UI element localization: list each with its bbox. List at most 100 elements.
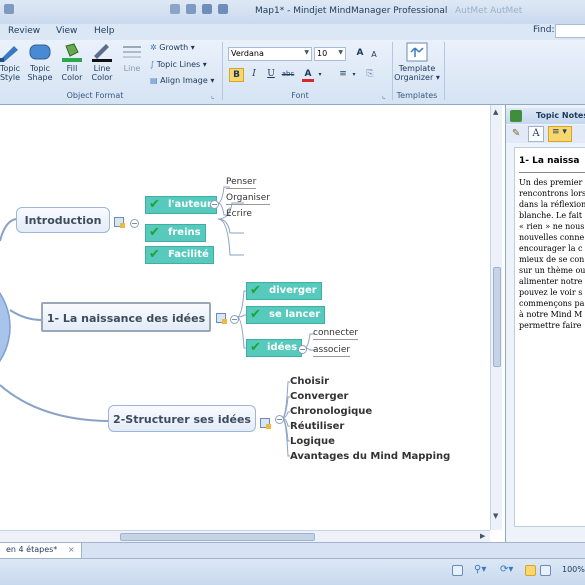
horizontal-scrollbar[interactable]: ▶ [0, 530, 490, 542]
leaf-penser[interactable]: Penser [226, 177, 257, 189]
window-title: Map1* - Mindjet MindManager Professional [255, 6, 448, 16]
title-bar: Map1* - Mindjet MindManager Professional… [0, 0, 585, 24]
scroll-thumb[interactable] [493, 267, 501, 367]
task-diverger[interactable]: ✔ diverger [246, 282, 322, 300]
topic-notes-panel: Topic Notes ✎ A ≡ ▾ 1- La naissa Un des … [505, 105, 585, 542]
template-organizer-button[interactable]: Template Organizer ▾ [394, 42, 440, 82]
topic-shape-label: Topic Shape [27, 64, 53, 82]
find-input[interactable] [555, 24, 585, 38]
topic-style-label: Topic Style [0, 64, 21, 82]
leaf-associer[interactable]: associer [313, 345, 351, 357]
align-image-button[interactable]: ▤ Align Image ▾ [150, 76, 214, 85]
task-se-lancer[interactable]: ✔ se lancer [246, 306, 326, 324]
menu-review[interactable]: Review [8, 26, 40, 36]
collapse-icon[interactable]: − [275, 415, 284, 424]
topic-lines-button[interactable]: ∫ Topic Lines ▾ [150, 60, 207, 69]
close-icon[interactable]: × [68, 545, 75, 554]
growth-label: Growth [159, 43, 189, 52]
chevron-down-icon: ▼ [338, 49, 343, 56]
quick-access-icon[interactable] [170, 4, 180, 14]
view-icon[interactable] [452, 565, 463, 576]
font-color-button[interactable]: A [302, 68, 314, 82]
topic-style-button[interactable]: Topic Style [0, 42, 24, 82]
align-text-icon[interactable]: ≡ [336, 68, 350, 82]
shrink-font-button[interactable]: A [368, 48, 380, 62]
topic-naissance-des-idees[interactable]: 1- La naissance des idées [41, 302, 211, 332]
leaf-logique[interactable]: Logique [290, 436, 335, 447]
note-icon[interactable] [260, 418, 271, 429]
task-label: se lancer [269, 309, 321, 320]
line-color-button[interactable]: Line Color [88, 42, 116, 82]
leaf-choisir[interactable]: Choisir [290, 376, 329, 387]
tab-document[interactable]: en 4 étapes* × [0, 543, 82, 558]
vertical-scrollbar[interactable]: ▲ ▼ [490, 105, 502, 530]
bold-button[interactable]: B [229, 68, 244, 82]
quick-access-icon[interactable] [4, 4, 14, 14]
filter-icon[interactable]: ⚲▾ [474, 564, 486, 575]
notes-document[interactable]: 1- La naissa Un des premier rencontrons … [514, 147, 585, 527]
map-canvas[interactable]: Introduction − ✔ l'auteur − ✔ freins ✔ Faci… [0, 105, 490, 530]
task-label: l'auteur [168, 199, 212, 210]
collapse-icon[interactable]: − [230, 315, 239, 324]
fill-color-button[interactable]: Fill Color [58, 42, 86, 82]
menu-help[interactable]: Help [94, 26, 115, 36]
italic-button[interactable]: I [247, 68, 261, 82]
task-lauteur[interactable]: ✔ l'auteur [145, 196, 217, 214]
chevron-down-icon[interactable]: ▾ [316, 68, 324, 82]
dialog-launcher-icon[interactable]: ⌞ [382, 91, 386, 100]
ribbon: Topic Style Topic Shape Fill Color Line … [0, 40, 585, 105]
underline-button[interactable]: U [264, 68, 278, 82]
leaf-organiser[interactable]: Organiser [226, 193, 270, 205]
line-style-icon [123, 46, 141, 58]
layout-icon[interactable] [525, 565, 536, 576]
templates-group-label: Templates [396, 91, 438, 100]
paragraph-align-icon[interactable]: ≡ ▾ [548, 126, 572, 142]
grow-font-button[interactable]: A [354, 47, 366, 61]
growth-button[interactable]: ✲ Growth ▾ [150, 43, 195, 52]
format-painter-icon[interactable]: ⎘ [363, 68, 377, 82]
scroll-up-icon[interactable]: ▲ [493, 108, 498, 116]
leaf-ecrire[interactable]: Écrire [226, 209, 252, 219]
leaf-converger[interactable]: Converger [290, 391, 348, 402]
leaf-chronologique[interactable]: Chronologique [290, 406, 372, 417]
scroll-down-icon[interactable]: ▼ [493, 512, 498, 520]
font-size-select[interactable]: 10 ▼ [314, 47, 346, 61]
strikethrough-button[interactable]: abc [280, 68, 296, 82]
quick-access-icon[interactable] [218, 4, 228, 14]
leaf-avantages-mind-mapping[interactable]: Avantages du Mind Mapping [290, 451, 450, 462]
quick-access-icon[interactable] [202, 4, 212, 14]
leaf-reutiliser[interactable]: Réutiliser [290, 421, 344, 432]
task-idees[interactable]: ✔ idées [246, 339, 303, 357]
collapse-icon[interactable]: − [130, 219, 139, 228]
topic-shape-button[interactable]: Topic Shape [26, 42, 54, 82]
notes-line: pouvez le voir s [519, 288, 583, 297]
notes-line: permettre faire [519, 321, 582, 330]
font-family-value: Verdana [231, 49, 264, 58]
font-family-select[interactable]: Verdana ▼ [228, 47, 312, 61]
notes-icon[interactable] [510, 110, 522, 122]
task-facilite[interactable]: ✔ Facilité [145, 246, 214, 264]
dialog-launcher-icon[interactable]: ⌞ [211, 91, 215, 100]
leaf-connecter[interactable]: connecter [313, 328, 359, 340]
sync-icon[interactable]: ⟳▾ [500, 564, 513, 575]
collapse-icon[interactable]: − [298, 345, 307, 354]
fill-color-label: Fill Color [61, 64, 83, 82]
status-bar: ⚲▾ ⟳▾ 100% [0, 558, 585, 585]
scroll-thumb[interactable] [120, 533, 315, 541]
topic-structurer-ses-idees[interactable]: 2-Structurer ses idées [108, 405, 256, 432]
chevron-down-icon[interactable]: ▾ [350, 68, 358, 82]
line-button[interactable]: Line [118, 42, 146, 73]
menu-view[interactable]: View [56, 26, 77, 36]
layout-icon[interactable] [540, 565, 551, 576]
menu-bar: Review View Help Find: [0, 24, 585, 40]
topic-introduction[interactable]: Introduction [16, 207, 110, 233]
note-icon[interactable] [216, 313, 227, 324]
note-icon[interactable] [114, 217, 125, 228]
font-icon[interactable]: A [528, 126, 544, 142]
brush-icon[interactable]: ✎ [512, 128, 520, 139]
task-freins[interactable]: ✔ freins [145, 224, 206, 242]
zoom-level[interactable]: 100% [562, 565, 585, 574]
collapse-icon[interactable]: − [210, 200, 219, 209]
quick-access-icon[interactable] [186, 4, 196, 14]
scroll-right-icon[interactable]: ▶ [480, 532, 485, 540]
